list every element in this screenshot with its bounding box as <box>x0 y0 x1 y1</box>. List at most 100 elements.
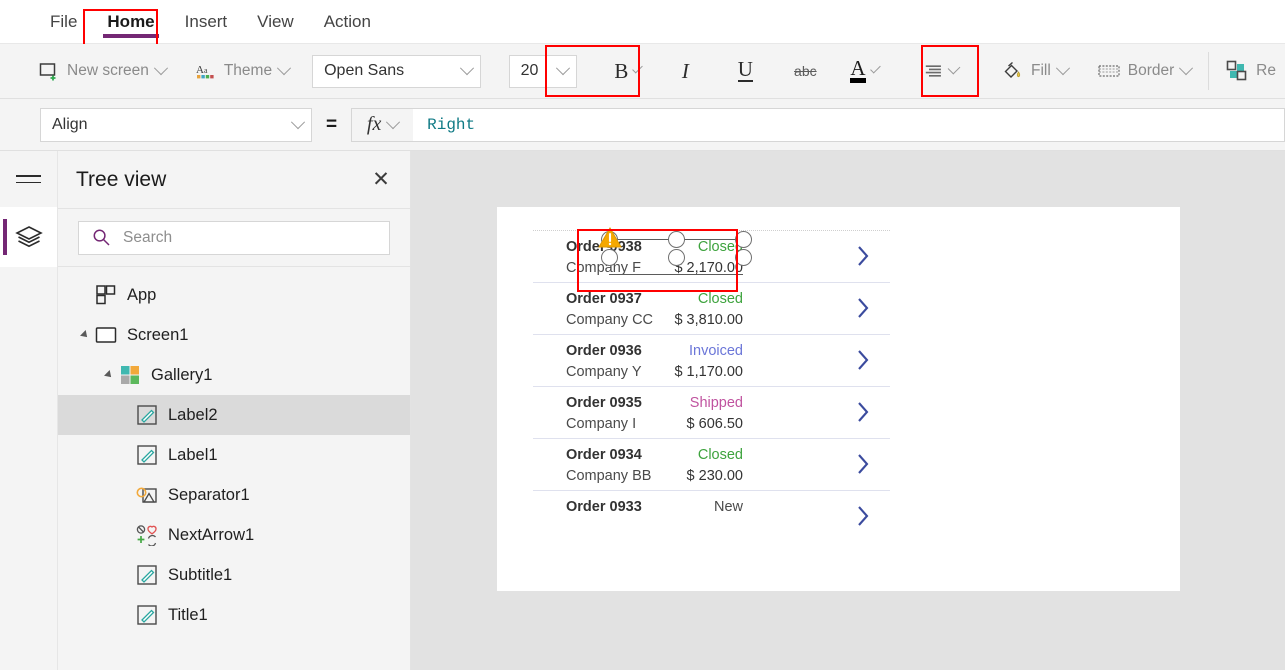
new-screen-button[interactable]: New screen <box>30 51 175 91</box>
strikethrough-button[interactable]: abc <box>785 51 825 91</box>
active-indicator <box>3 219 7 255</box>
border-icon <box>1098 65 1120 77</box>
border-label: Border <box>1127 62 1175 79</box>
hamburger-icon <box>16 170 41 188</box>
expander-caret-icon[interactable] <box>80 330 90 340</box>
company-name: Company BB <box>566 468 652 484</box>
menu-item-label: Home <box>107 11 155 31</box>
formula-value: Right <box>427 115 476 134</box>
align-right-icon <box>926 65 942 77</box>
menu-item-file[interactable]: File <box>38 6 89 38</box>
tree-item-label: Separator1 <box>168 485 250 504</box>
property-value: Align <box>52 115 88 133</box>
chevron-down-icon <box>277 61 292 76</box>
next-arrow-icon[interactable] <box>857 245 870 267</box>
theme-icon: A a <box>196 64 214 79</box>
italic-label: I <box>681 58 689 83</box>
border-button[interactable]: Border <box>1089 51 1201 91</box>
equals-sign: = <box>326 113 338 135</box>
property-dropdown[interactable]: Align <box>40 107 312 142</box>
chevron-down-icon <box>869 62 881 74</box>
gallery-control[interactable]: Order 0938 Company F Closed $ 2,170.00 O… <box>533 230 890 531</box>
next-arrow-icon[interactable] <box>857 349 870 371</box>
font-family-dropdown[interactable]: Open Sans <box>312 54 481 88</box>
search-placeholder: Search <box>123 228 173 246</box>
search-input[interactable]: Search <box>78 220 390 255</box>
tree-item-label: Subtitle1 <box>168 565 233 584</box>
menu-item-label: Insert <box>184 11 228 31</box>
next-arrow-icon[interactable] <box>857 505 870 527</box>
reorder-icon <box>1226 60 1247 81</box>
new-screen-icon <box>39 63 56 81</box>
menu-item-view[interactable]: View <box>245 6 306 38</box>
gallery-row[interactable]: Order 0936 Company Y Invoiced $ 1,170.00 <box>533 335 890 387</box>
tree-item-app[interactable]: App <box>58 275 410 315</box>
label-icon <box>137 605 157 625</box>
svg-text:a: a <box>204 66 208 75</box>
order-title: Order 0933 <box>566 499 642 515</box>
fill-label: Fill <box>1030 62 1051 79</box>
formula-bar: Align = fx Right <box>0 99 1285 151</box>
hamburger-menu-button[interactable] <box>0 151 57 207</box>
order-title: Order 0936 <box>566 343 642 359</box>
app-icon <box>96 285 116 305</box>
panel-title: Tree view <box>76 167 167 191</box>
tree-item-label: Title1 <box>168 605 208 624</box>
layers-icon <box>14 226 43 248</box>
order-status: Closed <box>697 447 743 463</box>
tree-item-label: Label1 <box>168 445 218 464</box>
chevron-down-icon <box>632 62 644 74</box>
menu-item-action[interactable]: Action <box>312 6 383 38</box>
italic-button[interactable]: I <box>665 51 705 91</box>
next-arrow-icon[interactable] <box>857 401 870 423</box>
formula-input[interactable]: Right <box>413 107 1285 142</box>
menu-item-insert[interactable]: Insert <box>173 6 240 38</box>
font-size-value: 20 <box>520 62 539 79</box>
menu-bar: File Home Insert View Action <box>0 0 1285 44</box>
reorder-button[interactable]: Re <box>1217 51 1285 91</box>
tree-item-screen1[interactable]: Screen1 <box>58 315 410 355</box>
gallery-row[interactable]: Order 0937 Company CC Closed $ 3,810.00 <box>533 283 890 335</box>
gallery-row[interactable]: Order 0933 New <box>533 491 890 531</box>
tree-item-separator1[interactable]: Separator1 <box>58 475 410 515</box>
app-screen-canvas[interactable]: Order 0938 Company F Closed $ 2,170.00 O… <box>497 207 1180 591</box>
gallery-row[interactable]: Order 0934 Company BB Closed $ 230.00 <box>533 439 890 491</box>
tree-search-row: Search <box>58 209 410 267</box>
separator-icon <box>136 487 157 503</box>
order-amount: $ 2,170.00 <box>674 260 743 276</box>
expander-caret-icon[interactable] <box>104 370 114 380</box>
font-family-value: Open Sans <box>324 62 405 79</box>
font-size-dropdown[interactable]: 20 <box>508 54 578 88</box>
underline-label: U <box>737 57 753 82</box>
tree-item-subtitle1[interactable]: Subtitle1 <box>58 555 410 595</box>
bold-button[interactable]: B <box>607 51 647 91</box>
tree-view-rail-button[interactable] <box>0 207 57 267</box>
chevron-down-icon <box>386 114 401 129</box>
order-status: Closed <box>697 291 743 307</box>
next-arrow-icon[interactable] <box>857 453 870 475</box>
tree-item-gallery1[interactable]: Gallery1 <box>58 355 410 395</box>
fx-button[interactable]: fx <box>351 107 414 142</box>
order-status: Invoiced <box>688 343 743 359</box>
menu-item-label: File <box>50 11 78 31</box>
chevron-down-icon <box>153 61 168 76</box>
tree-item-label2[interactable]: Label2 <box>58 395 410 435</box>
font-color-button[interactable]: A <box>843 51 884 91</box>
gallery-row[interactable]: Order 0935 Company I Shipped $ 606.50 <box>533 387 890 439</box>
tree-item-label1[interactable]: Label1 <box>58 435 410 475</box>
theme-button[interactable]: A a Theme <box>187 51 298 91</box>
company-name: Company I <box>566 416 637 432</box>
chevron-down-icon <box>556 61 571 76</box>
tree-item-nextarrow1[interactable]: NextArrow1 <box>58 515 410 555</box>
next-arrow-icon[interactable] <box>857 297 870 319</box>
menu-item-home[interactable]: Home <box>95 6 166 38</box>
close-icon[interactable]: ✕ <box>368 169 394 190</box>
screen-icon <box>95 327 117 343</box>
text-align-button[interactable] <box>918 51 965 91</box>
gallery-row[interactable]: Order 0938 Company F Closed $ 2,170.00 <box>533 231 890 283</box>
tree-item-title1[interactable]: Title1 <box>58 595 410 635</box>
underline-button[interactable]: U <box>725 51 765 91</box>
order-title: Order 0935 <box>566 395 642 411</box>
fill-button[interactable]: Fill <box>993 51 1077 91</box>
tree-item-label: Screen1 <box>127 325 189 344</box>
